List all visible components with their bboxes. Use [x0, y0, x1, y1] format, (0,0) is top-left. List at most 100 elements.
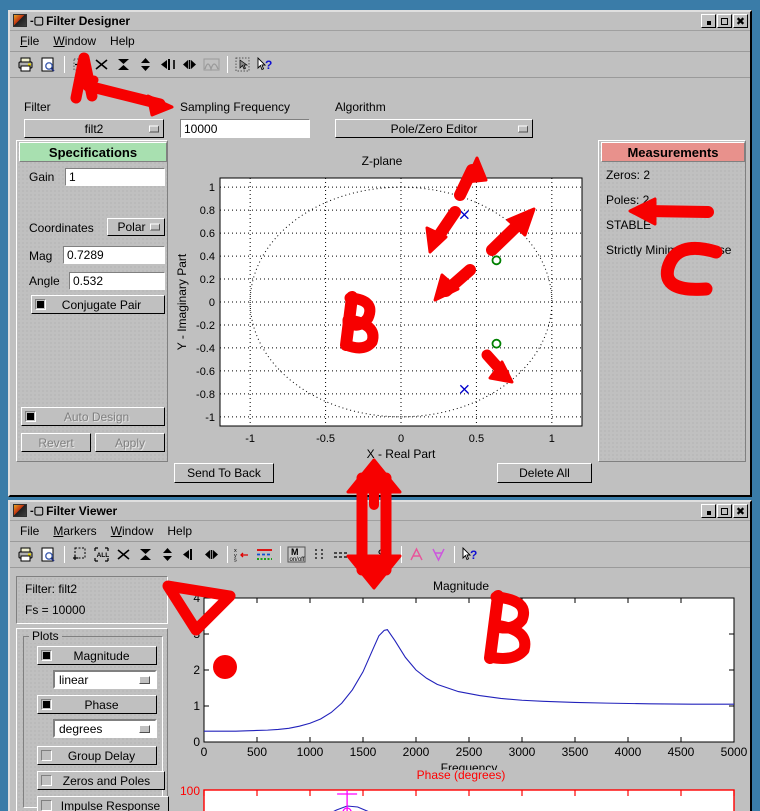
viewer-maximize-button[interactable] — [717, 504, 732, 518]
revert-button[interactable]: Revert — [21, 433, 91, 452]
menu-window[interactable]: Window — [53, 34, 96, 48]
viewer-zoom-y-icon[interactable] — [135, 544, 156, 565]
viewer-close-button[interactable]: ✖ — [733, 504, 748, 518]
viewer-print-preview-icon[interactable] — [38, 544, 59, 565]
viewer-titlebar[interactable]: -▢ Filter Viewer ✖ — [10, 502, 750, 521]
algorithm-select[interactable]: Pole/Zero Editor — [335, 119, 533, 138]
line-style-icon[interactable] — [254, 544, 275, 565]
conjugate-pair-checkbox[interactable]: Conjugate Pair — [31, 295, 165, 314]
pole-icon[interactable] — [406, 544, 427, 565]
filter-select[interactable]: filt2 — [24, 119, 164, 138]
markers2-icon[interactable] — [375, 544, 396, 565]
viewer-zoom-left-icon[interactable] — [179, 544, 200, 565]
svg-text:-0.4: -0.4 — [196, 343, 215, 355]
sampling-frequency-label: Sampling Frequency — [180, 100, 291, 114]
viewer-toolbar-separator-3 — [280, 546, 281, 563]
zoom-y-icon[interactable] — [113, 54, 134, 75]
svg-text:-0.6: -0.6 — [196, 366, 215, 378]
close-button[interactable]: ✖ — [733, 14, 748, 28]
mag-input[interactable]: 0.7289 — [63, 246, 165, 264]
group-delay-label: Group Delay — [67, 748, 136, 763]
svg-text:0.6: 0.6 — [200, 228, 215, 240]
minimize-button[interactable] — [701, 14, 716, 28]
overlay-icon[interactable] — [201, 54, 222, 75]
sampling-frequency-input[interactable]: 10000 — [180, 119, 310, 138]
crosshair-icon[interactable] — [91, 54, 112, 75]
designer-titlebar[interactable]: -▢ Filter Designer ✖ — [10, 12, 750, 31]
delete-all-button[interactable]: Delete All — [497, 463, 592, 483]
svg-text:500: 500 — [247, 745, 267, 759]
help-pointer-icon[interactable]: ? — [254, 54, 275, 75]
coordinates-select-value: Polar — [117, 220, 146, 234]
filter-designer-window: -▢ Filter Designer ✖ File Window Help ? … — [8, 10, 752, 497]
marker-icon[interactable] — [353, 544, 374, 565]
print-preview-icon[interactable] — [38, 54, 59, 75]
svg-text:0: 0 — [398, 433, 404, 445]
viewer-help-pointer-icon[interactable]: ? — [459, 544, 481, 565]
viewer-window-buttons: ✖ — [701, 504, 748, 518]
print-icon[interactable] — [16, 54, 37, 75]
select-region-icon[interactable] — [232, 54, 253, 75]
coordinates-select[interactable]: Polar — [107, 218, 165, 236]
menu-file[interactable]: File — [20, 34, 39, 48]
zeros-poles-label: Zeros and Poles — [62, 773, 151, 788]
send-to-back-button[interactable]: Send To Back — [174, 463, 274, 483]
svg-text:on/off: on/off — [290, 557, 305, 563]
zoom-fit-icon[interactable] — [113, 544, 134, 565]
auto-design-checkmark — [25, 411, 36, 422]
add-pole-icon[interactable] — [69, 54, 90, 75]
zoom-in-icon[interactable] — [69, 544, 90, 565]
phase-checkmark — [41, 699, 52, 710]
delete-all-label: Delete All — [519, 466, 570, 480]
conjugate-pair-checkmark — [35, 299, 46, 310]
group-delay-checkmark — [41, 750, 52, 761]
dashed-icon[interactable] — [331, 544, 352, 565]
menu-help[interactable]: Help — [110, 34, 135, 48]
apply-label: Apply — [114, 435, 146, 450]
magnitude-chart[interactable]: 0 500 1000 1500 2000 2500 3000 3500 4000 4500 5000… — [172, 590, 750, 770]
window-menu-icon[interactable]: -▢ — [30, 15, 44, 27]
plot-magnitude-checkbox[interactable]: Magnitude — [37, 646, 157, 665]
viewer-toolbar-separator-4 — [401, 546, 402, 563]
viewer-menu-markers[interactable]: Markers — [53, 524, 96, 538]
magnitude-units-select[interactable]: linear — [53, 670, 157, 689]
designer-fields-row: Filter filt2 Sampling Frequency 10000 Al… — [10, 84, 750, 140]
maximize-button[interactable] — [717, 14, 732, 28]
viewer-menu-file[interactable]: File — [20, 524, 39, 538]
matlab-logo-icon — [13, 14, 28, 28]
zplane-chart[interactable]: -1 -0.5 0 0.5 1 1 0.8 0.6 0.4 0.2 0 -0.2 -0.4 -0.6 -0.… — [170, 143, 594, 462]
axis-scale-icon[interactable]: xys — [232, 544, 253, 565]
grid-icon[interactable] — [309, 544, 330, 565]
pan-y-icon[interactable] — [135, 54, 156, 75]
plot-phase-checkbox[interactable]: Phase — [37, 695, 157, 714]
auto-design-checkbox[interactable]: Auto Design — [21, 407, 165, 426]
viewer-print-icon[interactable] — [16, 544, 37, 565]
viewer-minimize-button[interactable] — [701, 504, 716, 518]
viewer-toolbar: ALL xys M on/off ? — [10, 542, 750, 568]
viewer-menu-help[interactable]: Help — [167, 524, 192, 538]
phase-units-select[interactable]: degrees — [53, 719, 157, 738]
phase-chart[interactable]: 100 — [172, 782, 750, 811]
angle-input[interactable]: 0.532 — [69, 272, 165, 290]
window-menu-icon-viewer[interactable]: -▢ — [30, 505, 44, 517]
viewer-pan-x-icon[interactable] — [201, 544, 222, 565]
svg-text:4: 4 — [193, 591, 200, 605]
apply-button[interactable]: Apply — [95, 433, 165, 452]
phase-units-value: degrees — [59, 721, 103, 736]
plot-zeros-poles-checkbox[interactable]: Zeros and Poles — [37, 771, 165, 790]
svg-text:0.2: 0.2 — [200, 274, 215, 286]
viewer-toolbar-separator-5 — [454, 546, 455, 563]
viewer-pan-y-icon[interactable] — [157, 544, 178, 565]
pan-x-icon[interactable] — [179, 54, 200, 75]
specifications-header: Specifications — [19, 142, 167, 162]
revert-label: Revert — [38, 435, 74, 450]
viewer-menu-window[interactable]: Window — [111, 524, 154, 538]
zero-icon[interactable] — [428, 544, 449, 565]
markers-onoff-icon[interactable]: Mon/off — [285, 544, 308, 565]
svg-text:-1: -1 — [205, 412, 215, 424]
zoom-left-icon[interactable] — [157, 54, 178, 75]
zoom-all-icon[interactable]: ALL — [91, 544, 112, 565]
plot-group-delay-checkbox[interactable]: Group Delay — [37, 746, 157, 765]
plot-impulse-response-checkbox[interactable]: Impulse Response — [37, 796, 169, 811]
gain-input[interactable]: 1 — [65, 168, 165, 186]
